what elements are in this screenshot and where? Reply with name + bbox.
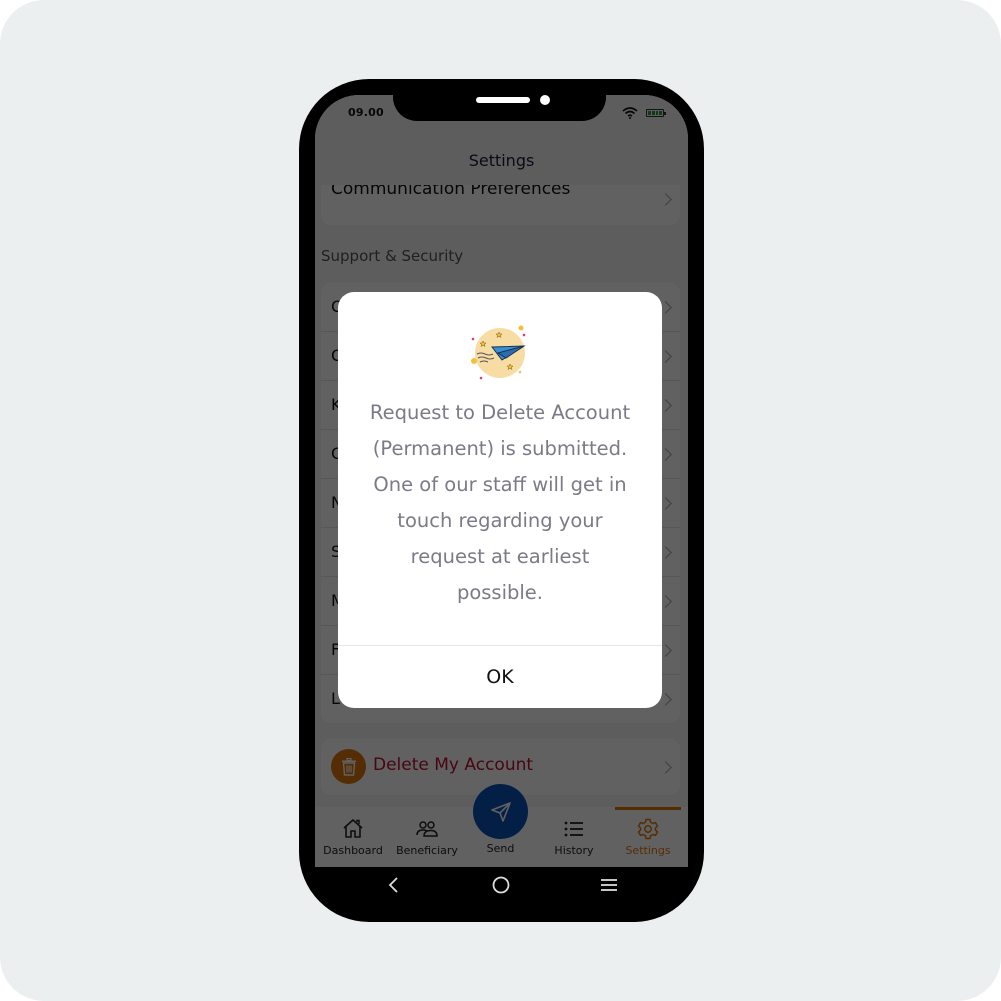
phone-camera <box>540 95 550 105</box>
dialog-message: Request to Delete Account (Permanent) is… <box>350 395 650 611</box>
back-icon[interactable] <box>381 873 405 897</box>
dialog-message-line: Request to Delete Account <box>369 401 631 424</box>
dialog-message-line: (Permanent) is submitted. <box>372 437 628 460</box>
dialog-message-line: possible. <box>456 581 544 604</box>
home-circle-icon[interactable] <box>489 873 513 897</box>
dialog-message-line: touch regarding your <box>397 509 603 532</box>
paper-plane-illustration <box>471 325 526 380</box>
dialog-message-line: One of our staff will get in <box>373 473 627 496</box>
confirmation-dialog: Request to Delete Account (Permanent) is… <box>338 292 662 708</box>
menu-icon[interactable] <box>597 873 621 897</box>
ok-button[interactable]: OK <box>338 646 662 708</box>
dialog-message-line: request at earliest <box>410 545 590 568</box>
phone-speaker <box>476 97 530 103</box>
system-nav-bar <box>315 867 688 903</box>
